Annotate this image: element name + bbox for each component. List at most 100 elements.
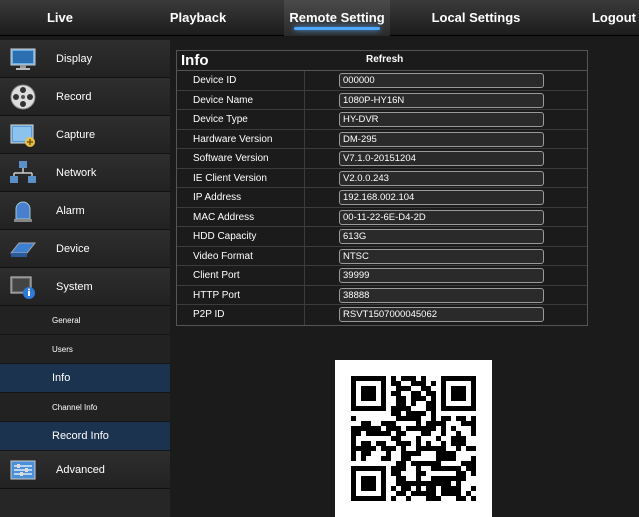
system-info-icon [9,273,37,301]
field-value: 1080P-HY16N [339,92,544,108]
advanced-settings-icon [9,456,37,484]
field-label: HTTP Port [193,289,241,301]
sidebar-sub-label: General [52,316,81,325]
tab-live[interactable]: Live [30,0,90,36]
sidebar-sub-label: Users [52,345,73,354]
logout-button[interactable]: Logout [584,0,639,36]
sidebar-item-label: Alarm [56,205,85,217]
sidebar-sub-record-info[interactable]: Record Info [0,422,170,451]
qr-code [335,360,492,517]
field-label: HDD Capacity [193,231,257,242]
table-row: Device ID 000000 [177,71,587,91]
table-row: Client Port 39999 [177,266,587,286]
sidebar-item-display[interactable]: Display [0,40,170,78]
sidebar-item-record[interactable]: Record [0,78,170,116]
field-value: 39999 [339,268,544,283]
field-value: 000000 [339,73,544,88]
sidebar-item-label: System [56,281,93,293]
table-row: Device Name 1080P-HY16N [177,90,587,110]
monitor-icon [9,45,37,73]
tab-local-settings[interactable]: Local Settings [426,0,526,36]
field-value: 38888 [339,287,544,303]
field-label: Client Port [193,270,240,281]
sidebar-sub-label: Info [52,372,71,384]
field-label: Video Format [193,250,253,262]
field-label: IP Address [193,192,242,203]
column-divider [304,129,305,148]
table-row: IP Address 192.168.002.104 [177,188,587,208]
table-row: Software Version V7.1.0-20151204 [177,149,587,169]
network-icon [9,159,37,187]
column-divider [304,246,305,265]
info-table: Device ID 000000 Device Name 1080P-HY16N Dev… [177,71,587,325]
field-value: NTSC [339,248,544,264]
column-divider [304,188,305,207]
field-label: Device Type [193,114,248,125]
info-panel: Info Refresh Device ID 000000 Device Name 1… [176,50,588,326]
table-row: P2P ID RSVT1507000045062 [177,305,587,325]
field-label: Hardware Version [193,133,273,145]
sidebar-item-alarm[interactable]: Alarm [0,192,170,230]
table-row: Video Format NTSC [177,246,587,266]
sidebar-item-label: Network [56,167,97,179]
table-row: IE Client Version V2.0.0.243 [177,168,587,188]
table-row: Device Type HY-DVR [177,110,587,130]
sidebar-item-label: Display [56,53,93,65]
column-divider [304,71,305,90]
column-divider [304,149,305,168]
sidebar-sub-general[interactable]: General [0,306,170,335]
refresh-button[interactable]: Refresh [366,54,403,65]
sidebar-item-advanced[interactable]: Advanced [0,451,170,489]
column-divider [304,110,305,129]
column-divider [304,305,305,325]
sidebar: Display Record Capture Network Alarm Dev… [0,40,170,517]
sidebar-sub-label: Channel Info [52,403,98,412]
field-label: P2P ID [193,309,225,320]
top-nav: Live Playback Remote Setting Local Setti… [0,0,639,36]
tab-remote-setting[interactable]: Remote Setting [284,0,390,36]
column-divider [304,266,305,285]
main-content: Info Refresh Device ID 000000 Device Name 1… [170,40,639,517]
table-row: Hardware Version DM-295 [177,129,587,149]
column-divider [304,90,305,109]
column-divider [304,207,305,226]
field-value: 613G [339,229,544,244]
tab-playback[interactable]: Playback [163,0,233,36]
sidebar-sub-info[interactable]: Info [0,364,170,393]
field-label: IE Client Version [193,172,267,184]
sidebar-sub-users[interactable]: Users [0,335,170,364]
field-value: DM-295 [339,131,544,147]
field-value: 00-11-22-6E-D4-2D [339,209,544,225]
field-label: Device ID [193,75,237,86]
column-divider [304,285,305,304]
field-value: V2.0.0.243 [339,170,544,186]
sidebar-item-label: Advanced [56,464,105,476]
alarm-icon [9,197,37,225]
film-reel-icon [9,83,37,111]
column-divider [304,168,305,187]
field-label: Device Name [193,94,254,106]
sidebar-item-label: Capture [56,129,96,141]
sidebar-item-capture[interactable]: Capture [0,116,170,154]
sidebar-item-device[interactable]: Device [0,230,170,268]
field-value: RSVT1507000045062 [339,307,544,322]
table-row: MAC Address 00-11-22-6E-D4-2D [177,207,587,227]
sidebar-sub-channel-info[interactable]: Channel Info [0,393,170,422]
field-label: Software Version [193,153,269,164]
sidebar-item-network[interactable]: Network [0,154,170,192]
device-icon [9,235,37,263]
field-value: HY-DVR [339,112,544,127]
sidebar-item-label: Record [56,91,92,103]
table-row: HDD Capacity 613G [177,227,587,247]
sidebar-item-label: Device [56,243,90,255]
field-value: V7.1.0-20151204 [339,151,544,166]
sidebar-item-system[interactable]: System [0,268,170,306]
info-header: Info Refresh [177,51,587,71]
table-row: HTTP Port 38888 [177,285,587,305]
sidebar-sub-label: Record Info [52,430,109,442]
column-divider [304,227,305,246]
field-label: MAC Address [193,211,255,223]
field-value: 192.168.002.104 [339,190,544,205]
page-title: Info [181,52,209,69]
capture-icon [9,121,37,149]
